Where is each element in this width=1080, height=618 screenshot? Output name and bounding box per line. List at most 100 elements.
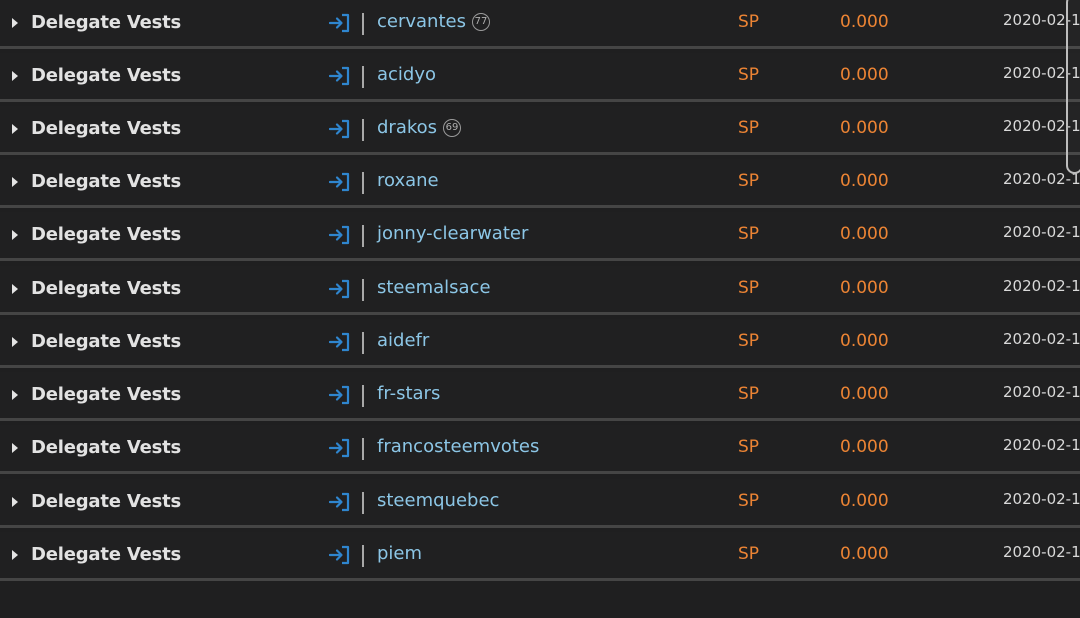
timestamp: 2020-02-1 — [1003, 383, 1080, 401]
column-separator — [362, 119, 364, 141]
account-link[interactable]: francosteemvotes — [377, 436, 539, 457]
expand-caret-icon[interactable] — [12, 337, 18, 347]
sign-in-arrow-icon — [329, 545, 350, 565]
expand-caret-icon[interactable] — [12, 284, 18, 294]
sign-in-arrow-icon — [329, 225, 350, 245]
operation-type: Delegate Vests — [31, 118, 182, 139]
amount-unit: SP — [738, 171, 760, 191]
table-row[interactable]: Delegate Vests aidefr SP 0.000 2020-02-1 — [0, 319, 1080, 368]
amount-unit: SP — [738, 331, 760, 351]
account-link[interactable]: acidyo — [377, 64, 436, 85]
reputation-badge: 77 — [471, 12, 490, 31]
account-cell: cervantes 77 — [377, 11, 490, 32]
account-cell: steemquebec — [377, 490, 499, 511]
table-row[interactable]: Delegate Vests roxane SP 0.000 2020-02-1 — [0, 159, 1080, 208]
amount-value: 0.000 — [840, 544, 889, 564]
amount-unit: SP — [738, 224, 760, 244]
amount-value: 0.000 — [840, 278, 889, 298]
amount-value: 0.000 — [840, 224, 889, 244]
column-separator — [362, 279, 364, 301]
operation-type: Delegate Vests — [31, 437, 182, 458]
timestamp: 2020-02-1 — [1003, 170, 1080, 188]
timestamp: 2020-02-1 — [1003, 330, 1080, 348]
sign-in-arrow-icon — [329, 438, 350, 458]
amount-value: 0.000 — [840, 171, 889, 191]
column-separator — [362, 13, 364, 35]
reputation-badge: 69 — [443, 118, 462, 137]
expand-caret-icon[interactable] — [12, 550, 18, 560]
operation-type: Delegate Vests — [31, 491, 182, 512]
amount-unit: SP — [738, 118, 760, 138]
table-row[interactable]: Delegate Vests acidyo SP 0.000 2020-02-1 — [0, 53, 1080, 102]
timestamp: 2020-02-1 — [1003, 436, 1080, 454]
amount-unit: SP — [738, 544, 760, 564]
table-row[interactable]: Delegate Vests drakos 69 SP 0.000 2020-02-1 — [0, 106, 1080, 155]
table-row[interactable]: Delegate Vests steemquebec SP 0.000 2020-02-… — [0, 479, 1080, 528]
amount-value: 0.000 — [840, 437, 889, 457]
table-row[interactable]: Delegate Vests cervantes 77 SP 0.000 2020-02-… — [0, 0, 1080, 49]
account-link[interactable]: steemquebec — [377, 490, 499, 511]
sign-in-arrow-icon — [329, 492, 350, 512]
operation-type: Delegate Vests — [31, 544, 182, 565]
column-separator — [362, 66, 364, 88]
timestamp: 2020-02-1 — [1003, 223, 1080, 241]
amount-value: 0.000 — [840, 12, 889, 32]
timestamp: 2020-02-1 — [1003, 490, 1080, 508]
account-link[interactable]: roxane — [377, 170, 439, 191]
account-cell: acidyo — [377, 64, 436, 85]
account-cell: aidefr — [377, 330, 429, 351]
timestamp: 2020-02-1 — [1003, 543, 1080, 561]
column-separator — [362, 332, 364, 354]
expand-caret-icon[interactable] — [12, 71, 18, 81]
amount-unit: SP — [738, 491, 760, 511]
sign-in-arrow-icon — [329, 13, 350, 33]
column-separator — [362, 225, 364, 247]
sign-in-arrow-icon — [329, 172, 350, 192]
table-row[interactable]: Delegate Vests steemalsace SP 0.000 2020-02-… — [0, 266, 1080, 315]
account-cell: drakos 69 — [377, 117, 462, 138]
timestamp: 2020-02-1 — [1003, 277, 1080, 295]
sign-in-arrow-icon — [329, 385, 350, 405]
expand-caret-icon[interactable] — [12, 177, 18, 187]
table-row[interactable]: Delegate Vests piem SP 0.000 2020-02-1 — [0, 532, 1080, 581]
account-link[interactable]: piem — [377, 543, 422, 564]
expand-caret-icon[interactable] — [12, 18, 18, 28]
operation-type: Delegate Vests — [31, 224, 182, 245]
amount-unit: SP — [738, 65, 760, 85]
account-link[interactable]: cervantes — [377, 11, 466, 32]
account-cell: steemalsace — [377, 277, 491, 298]
amount-unit: SP — [738, 278, 760, 298]
operation-type: Delegate Vests — [31, 331, 182, 352]
amount-value: 0.000 — [840, 331, 889, 351]
account-cell: jonny-clearwater — [377, 223, 528, 244]
amount-value: 0.000 — [840, 65, 889, 85]
account-link[interactable]: fr-stars — [377, 383, 440, 404]
expand-caret-icon[interactable] — [12, 390, 18, 400]
expand-caret-icon[interactable] — [12, 230, 18, 240]
scrollbar-thumb[interactable] — [1066, 0, 1080, 174]
sign-in-arrow-icon — [329, 279, 350, 299]
expand-caret-icon[interactable] — [12, 443, 18, 453]
column-separator — [362, 492, 364, 514]
sign-in-arrow-icon — [329, 119, 350, 139]
table-row[interactable]: Delegate Vests jonny-clearwater SP 0.000 202… — [0, 212, 1080, 261]
operation-type: Delegate Vests — [31, 171, 182, 192]
amount-unit: SP — [738, 437, 760, 457]
expand-caret-icon[interactable] — [12, 124, 18, 134]
account-cell: francosteemvotes — [377, 436, 539, 457]
table-row[interactable]: Delegate Vests fr-stars SP 0.000 2020-02-1 — [0, 372, 1080, 421]
column-separator — [362, 172, 364, 194]
column-separator — [362, 545, 364, 567]
column-separator — [362, 385, 364, 407]
account-link[interactable]: drakos — [377, 117, 437, 138]
account-link[interactable]: aidefr — [377, 330, 429, 351]
operation-type: Delegate Vests — [31, 65, 182, 86]
account-link[interactable]: jonny-clearwater — [377, 223, 528, 244]
amount-unit: SP — [738, 384, 760, 404]
amount-value: 0.000 — [840, 491, 889, 511]
column-separator — [362, 438, 364, 460]
account-link[interactable]: steemalsace — [377, 277, 491, 298]
expand-caret-icon[interactable] — [12, 497, 18, 507]
operation-type: Delegate Vests — [31, 278, 182, 299]
table-row[interactable]: Delegate Vests francosteemvotes SP 0.000 202… — [0, 425, 1080, 474]
